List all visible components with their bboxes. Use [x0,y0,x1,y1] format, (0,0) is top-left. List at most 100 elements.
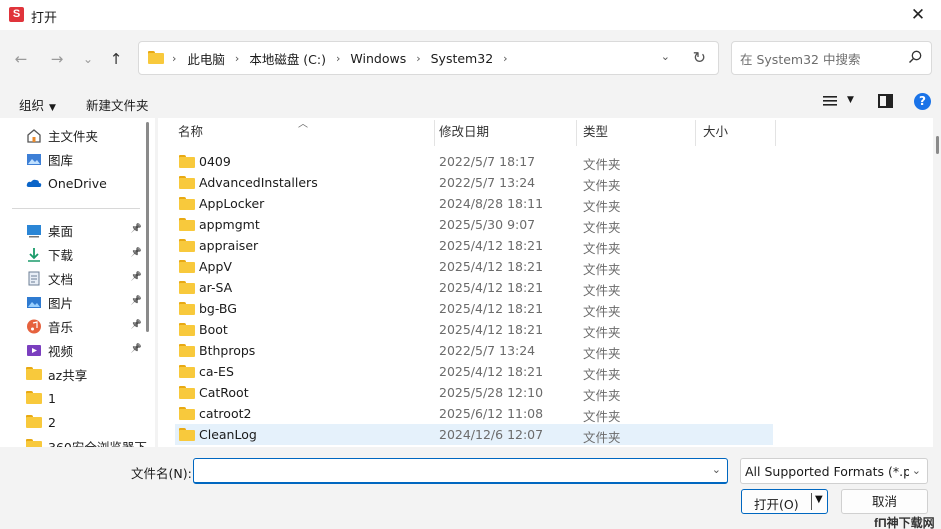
folder-icon [179,386,195,399]
preview-pane-icon[interactable] [878,94,893,108]
file-row[interactable]: appraiser 2025/4/12 18:21 文件夹 [175,235,773,256]
chevron-right-icon[interactable]: › [336,52,340,65]
chevron-down-icon[interactable]: ⌄ [661,50,670,63]
gallery-icon [26,152,42,167]
caret-down-icon[interactable]: ▼ [847,95,854,105]
file-date: 2025/4/12 18:21 [439,301,544,316]
file-row[interactable]: CleanLog 2024/12/6 12:07 文件夹 [175,424,773,445]
caret-down-icon[interactable]: ▼ [815,494,823,505]
sidebar-item-documents[interactable]: 文档 📌 [26,268,144,288]
back-button[interactable]: ← [10,48,32,70]
file-row[interactable]: Bthprops 2022/5/7 13:24 文件夹 [175,340,773,361]
sidebar-item-onedrive[interactable]: OneDrive [26,173,144,193]
file-row[interactable]: catroot2 2025/6/12 11:08 文件夹 [175,403,773,424]
chevron-right-icon[interactable]: › [416,52,420,65]
column-header-date[interactable]: 修改日期 [439,118,489,146]
sidebar-item-folder[interactable]: 1 [26,388,144,408]
file-name: Boot [199,322,228,337]
folder-icon [179,323,195,336]
filename-field[interactable]: ⌄ [193,458,728,484]
column-header-type[interactable]: 类型 [583,118,608,146]
sidebar-item-music[interactable]: 音乐 📌 [26,316,144,336]
breadcrumb-item[interactable]: Windows [350,51,406,66]
column-header-name[interactable]: 名称 [178,118,203,146]
pin-icon[interactable]: 📌 [131,248,142,258]
pin-icon[interactable]: 📌 [131,296,142,306]
breadcrumb-item[interactable]: 本地磁盘 (C:) [249,49,326,68]
pin-icon[interactable]: 📌 [131,344,142,354]
column-header-size[interactable]: 大小 [703,118,728,146]
column-divider[interactable] [576,120,577,146]
sidebar-item-folder[interactable]: 2 [26,412,144,432]
close-button[interactable]: ✕ [895,0,941,30]
file-name: Bthprops [199,343,256,358]
open-button[interactable]: 打开(O) ▼ [741,489,828,514]
file-row[interactable]: AppLocker 2024/8/28 18:11 文件夹 [175,193,773,214]
chevron-right-icon[interactable]: › [235,52,239,65]
sidebar-item-label: 视频 [48,343,74,359]
breadcrumb-item[interactable]: 此电脑 [187,49,225,68]
file-date: 2025/6/12 11:08 [439,406,544,421]
sidebar-item-videos[interactable]: 视频 📌 [26,340,144,360]
file-row[interactable]: AppV 2025/4/12 18:21 文件夹 [175,256,773,277]
file-row[interactable]: ar-SA 2025/4/12 18:21 文件夹 [175,277,773,298]
nav-scrollbar[interactable] [146,122,149,332]
sidebar-item-folder[interactable]: 360安全浏览器下 [26,436,147,448]
file-type: 文件夹 [583,241,621,256]
address-row: ← → ⌄ ↑ › 此电脑 › 本地磁盘 (C:) › Windows › System32… [0,30,941,86]
file-row[interactable]: bg-BG 2025/4/12 18:21 文件夹 [175,298,773,319]
file-type: 文件夹 [583,388,621,403]
address-bar[interactable]: › 此电脑 › 本地磁盘 (C:) › Windows › System32 › ⌄ ↻ [138,41,719,75]
filename-input[interactable] [200,462,700,480]
file-row[interactable]: AdvancedInstallers 2022/5/7 13:24 文件夹 [175,172,773,193]
file-row[interactable]: 0409 2022/5/7 18:17 文件夹 [175,151,773,172]
file-list-scrollbar[interactable] [933,118,941,447]
search-box[interactable] [731,41,932,75]
cancel-button[interactable]: 取消 [841,489,928,514]
column-divider[interactable] [775,120,776,146]
organize-label: 组织 [19,98,45,113]
file-row[interactable]: ca-ES 2025/4/12 18:21 文件夹 [175,361,773,382]
documents-icon [26,271,42,286]
column-divider[interactable] [695,120,696,146]
chevron-down-icon: ⌄ [82,52,94,66]
sidebar-item-label: 图库 [48,152,74,168]
breadcrumb-item[interactable]: System32 [431,51,494,66]
file-row[interactable]: Boot 2025/4/12 18:21 文件夹 [175,319,773,340]
sidebar-item-download[interactable]: 下载 📌 [26,244,144,264]
organize-button[interactable]: 组织 ▼ [19,95,56,114]
search-input[interactable] [740,49,900,69]
forward-button[interactable]: → [46,48,68,70]
sidebar-item-gallery[interactable]: 图库 [26,149,144,169]
file-row[interactable]: appmgmt 2025/5/30 9:07 文件夹 [175,214,773,235]
scrollbar-thumb[interactable] [936,136,939,154]
pin-icon[interactable]: 📌 [131,320,142,330]
sidebar-item-home[interactable]: 主文件夹 [26,125,144,145]
help-icon[interactable]: ? [914,93,931,110]
recent-locations-button[interactable]: ⌄ [77,48,99,70]
file-row[interactable]: CatRoot 2025/5/28 12:10 文件夹 [175,382,773,403]
sidebar-item-label: 360安全浏览器下 [48,439,147,448]
chevron-right-icon[interactable]: › [172,52,176,65]
file-type: 文件夹 [583,409,621,424]
file-name: CleanLog [199,427,257,442]
up-button[interactable]: ↑ [105,48,127,70]
column-divider[interactable] [434,120,435,146]
pin-icon[interactable]: 📌 [131,272,142,282]
pin-icon[interactable]: 📌 [131,224,142,234]
file-list: 名称 ︿ 修改日期 类型 大小 0409 2022/5/7 18:17 文件夹 Adv… [158,118,933,447]
sidebar-item-label: 桌面 [48,223,74,239]
sidebar-item-label: OneDrive [48,175,107,191]
file-date: 2025/5/30 9:07 [439,217,536,232]
view-options-icon[interactable] [823,95,837,107]
refresh-icon[interactable]: ↻ [693,48,706,67]
sidebar-item-folder[interactable]: az共享 [26,364,144,384]
chevron-right-icon[interactable]: › [503,52,507,65]
sidebar-item-desktop[interactable]: 桌面 📌 [26,220,144,240]
chevron-down-icon[interactable]: ⌄ [712,463,721,476]
music-icon [26,319,42,334]
file-type-select[interactable]: All Supported Formats (*.pd ⌄ [740,458,928,484]
sidebar-item-pictures[interactable]: 图片 📌 [26,292,144,312]
search-icon[interactable] [908,50,922,64]
new-folder-button[interactable]: 新建文件夹 [86,95,149,114]
